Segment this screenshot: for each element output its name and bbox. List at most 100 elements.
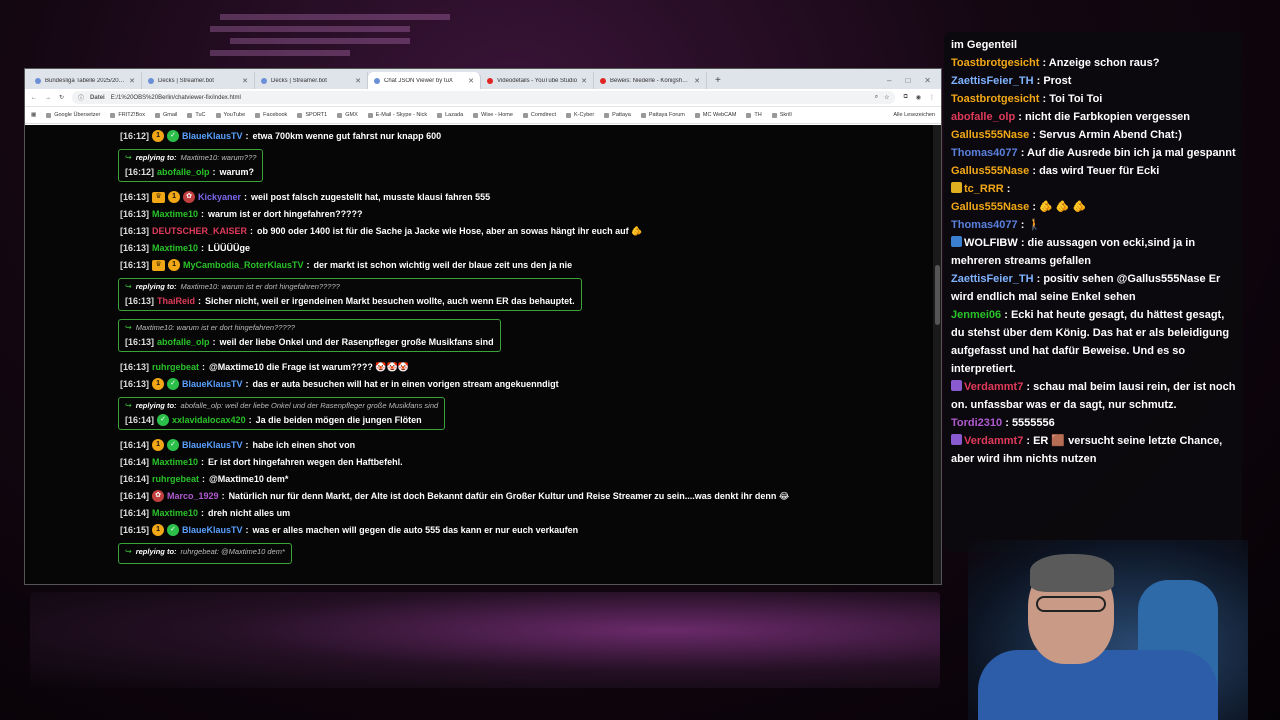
message-timestamp: [16:13] [120,379,150,389]
reply-message-box: ↪ replying to: ruhrgebeat: @Maxtime10 dem* [118,543,292,564]
message-timestamp: [16:13] [120,192,150,202]
message-username[interactable]: Kickyaner [198,191,241,203]
bookmark-item[interactable]: FRITZ!Box [110,112,145,118]
stream-decoration-bottom [30,592,940,688]
scrollbar[interactable] [933,125,941,584]
message-username[interactable]: Marco_1929 [167,490,219,502]
scrollbar-thumb[interactable] [935,265,940,325]
message-text: warum ist er dort hingefahren????? [208,209,363,219]
bookmark-item[interactable]: E-Mail - Skype - Nick [367,112,427,118]
address-url: E:/1%20OBS%20Berlin/chatviewer-fix/index… [110,94,241,101]
extensions-icon[interactable]: ⧉ [903,94,907,101]
message-username[interactable]: xxlavidalocax420 [172,414,246,426]
zoom-icon[interactable]: ⌕ [875,94,878,101]
reply-arrow-icon: ↪ [125,547,132,556]
new-tab-button[interactable]: + [707,72,729,89]
verified-badge-icon: ✓ [157,414,170,426]
bookmark-label: SPORT1 [305,112,328,118]
chat-message: [16:12] 1 ✓ BlaueKlausTV: etwa 700km wenne g… [120,130,935,142]
address-input[interactable]: ⓘ Datei E:/1%20OBS%20Berlin/chatviewer-f… [72,91,896,104]
bookmark-item[interactable]: SPORT1 [297,112,327,118]
message-username[interactable]: BlaueKlausTV [182,130,243,142]
message-username[interactable]: abofalle_olp [157,336,210,348]
tab-3[interactable]: Chat JSON Viewer by tuX ✕ [368,72,481,89]
message-username[interactable]: abofalle_olp [157,166,210,178]
tab-close-icon[interactable]: ✕ [694,77,700,85]
message-text: @Maxtime10 dem* [209,474,289,484]
tab-close-icon[interactable]: ✕ [355,77,361,85]
message-username[interactable]: Maxtime10 [152,208,198,220]
tab-1[interactable]: Decks | Streamer.bot ✕ [142,72,255,89]
forward-icon[interactable]: → [45,95,51,101]
bookmark-item[interactable]: Pattaya [604,112,631,118]
chat-message: [16:14] 1 ✓ BlaueKlausTV: habe ich einen sho… [120,439,935,451]
user-badge-icon [951,380,962,391]
bookmark-item[interactable]: YouTube [215,112,245,118]
tab-5[interactable]: Beweis: Niederle - Königshaus ✕ [594,72,707,89]
bookmark-item[interactable]: Wise - Home [473,112,513,118]
all-bookmarks[interactable]: Alle Lesezeichen [893,112,935,118]
profile-icon[interactable]: ◉ [916,94,921,101]
gold-badge-icon: 1 [152,130,165,142]
bookmark-item[interactable]: GMX [337,112,358,118]
bookmark-item[interactable]: Facebook [255,112,287,118]
close-window-icon[interactable]: ✕ [924,72,931,89]
bookmark-item[interactable]: Lazada [437,112,463,118]
reply-label: replying to: [135,401,177,410]
bookmark-item[interactable]: Google Übersetzer [46,112,100,118]
star-icon[interactable]: ☆ [884,94,889,101]
bookmark-icon [522,112,528,118]
message-username[interactable]: Maxtime10 [152,456,198,468]
stream-chat-line: Thomas4077 : Auf die Ausrede bin ich ja … [950,144,1236,162]
message-username[interactable]: ruhrgebeat [152,473,199,485]
tab-close-icon[interactable]: ✕ [242,77,248,85]
maximize-icon[interactable]: □ [905,72,910,89]
message-separator: : [306,260,310,270]
stream-chat-line: Toastbrotgesicht : Toi Toi Toi [950,90,1236,108]
message-username[interactable]: BlaueKlausTV [182,378,243,390]
bookmark-item[interactable]: MC WebCAM [694,112,737,118]
stream-chat-text: im Gegenteil [951,39,1018,51]
stream-chat-text: : [1006,183,1011,195]
message-username[interactable]: ThaiReid [157,295,195,307]
back-icon[interactable]: ← [31,95,37,101]
menu-icon[interactable]: ⋮ [929,94,935,101]
chat-message: [16:13] ThaiReid: Sicher nicht, weil er ir… [125,295,575,307]
message-username[interactable]: DEUTSCHER_KAISER [152,225,247,237]
message-timestamp: [16:12] [120,131,150,141]
message-username[interactable]: BlaueKlausTV [182,439,243,451]
tab-0[interactable]: Bundesliga Tabelle 2025/2026 ✕ [29,72,142,89]
tab-close-icon[interactable]: ✕ [129,77,135,85]
tab-4[interactable]: Videodetails - YouTube Studio ✕ [481,72,594,89]
message-username[interactable]: MyCambodia_RoterKlausTV [183,259,304,271]
bookmark-item[interactable]: TH [746,112,762,118]
bookmark-item[interactable]: Comdirect [522,112,556,118]
bookmark-item[interactable]: K-Cyber [565,112,594,118]
message-username[interactable]: BlaueKlausTV [182,524,243,536]
reload-icon[interactable]: ↻ [59,94,64,101]
bookmark-item[interactable]: Pattaya Forum [640,112,685,118]
message-text: weil post falsch zugestellt hat, musste … [251,192,491,202]
apps-icon[interactable]: ▦ [31,112,36,118]
reply-arrow-icon: ↪ [125,401,132,410]
message-username[interactable]: Maxtime10 [152,507,198,519]
bookmark-item[interactable]: Skrill [771,112,792,118]
bookmark-label: MC WebCAM [702,112,737,118]
tab-close-icon[interactable]: ✕ [581,77,587,85]
bookmark-item[interactable]: Gmail [154,112,177,118]
verified-badge-icon: ✓ [167,439,180,451]
verified-badge-icon: ✓ [167,130,180,142]
stream-chat-username: ZaettisFeier_TH [951,273,1034,285]
bookmark-icon [437,112,443,118]
message-text: weil der liebe Onkel und der Rasenpflege… [219,337,494,347]
minimize-icon[interactable]: – [887,72,891,89]
reply-label: replying to: [135,282,177,291]
crown-badge-icon: ♛ [152,259,166,271]
message-username[interactable]: Maxtime10 [152,242,198,254]
message-username[interactable]: ruhrgebeat [152,361,199,373]
reply-header: ↪ replying to: Maxtime10: warum??? [125,153,256,162]
tab-close-icon[interactable]: ✕ [468,77,474,85]
bookmark-item[interactable]: TuC [187,112,206,118]
tab-2[interactable]: Decks | Streamer.bot ✕ [255,72,368,89]
bookmark-label: Lazada [445,112,464,118]
